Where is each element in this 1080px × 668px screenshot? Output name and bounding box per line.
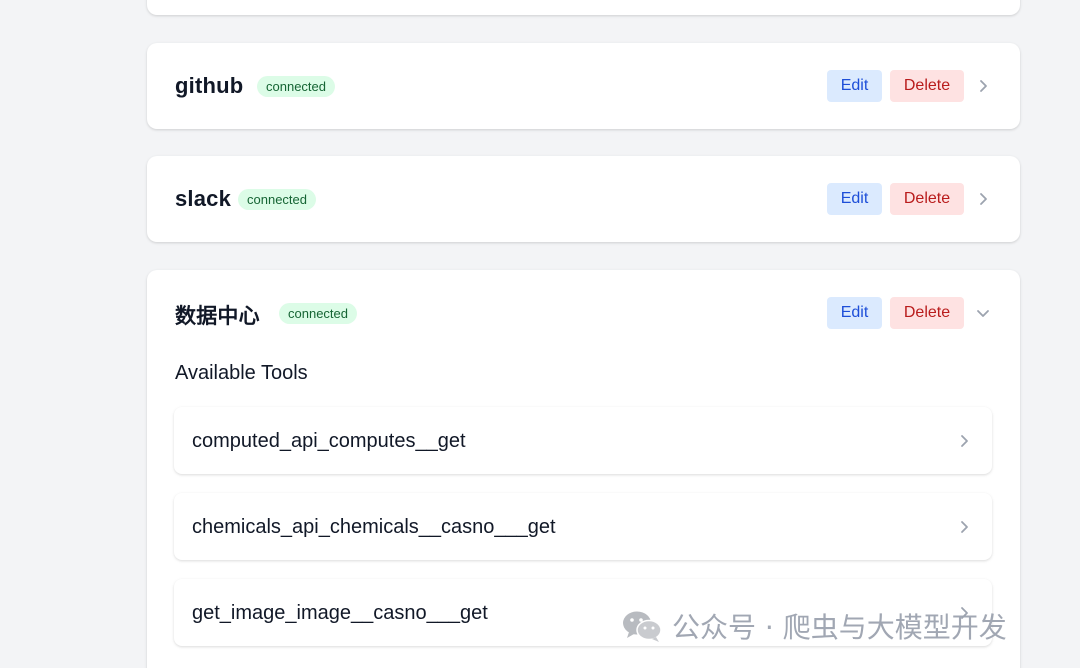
tool-name: get_image_image__casno___get [192,602,488,624]
chevron-right-icon [956,519,972,535]
status-badge: connected [279,303,357,324]
server-name: slack [175,186,232,211]
server-card-header[interactable]: 数据中心 connected Edit Delete [147,270,1020,356]
chevron-right-icon[interactable] [975,191,991,207]
chevron-down-icon[interactable] [975,305,991,321]
chevron-right-icon [956,433,972,449]
server-name: 数据中心 [175,304,260,328]
wechat-icon [623,611,662,642]
edit-button[interactable]: Edit [827,183,882,215]
server-card-slack: slack connected Edit Delete [147,156,1020,242]
server-name: github [175,73,244,98]
edit-button[interactable]: Edit [827,297,882,329]
server-card-header[interactable]: slack connected Edit Delete [147,156,1020,242]
server-card-partial [147,0,1020,15]
tool-name: computed_api_computes__get [192,430,466,452]
server-card-github: github connected Edit Delete [147,43,1020,129]
delete-button[interactable]: Delete [890,183,964,215]
status-badge: connected [238,189,316,210]
server-card-header[interactable]: github connected Edit Delete [147,43,1020,129]
tool-name: chemicals_api_chemicals__casno___get [192,516,556,538]
delete-button[interactable]: Delete [890,70,964,102]
edit-button[interactable]: Edit [827,70,882,102]
mcp-servers-page: github connected Edit Delete slack conne… [0,0,1080,668]
available-tools-heading: Available Tools [175,362,308,384]
delete-button[interactable]: Delete [890,297,964,329]
tool-item[interactable]: computed_api_computes__get [174,407,992,474]
watermark: 公众号 · 爬虫与大模型开发 [620,606,1007,646]
chevron-right-icon[interactable] [975,78,991,94]
tool-item[interactable]: chemicals_api_chemicals__casno___get [174,493,992,560]
watermark-text: 公众号 · 爬虫与大模型开发 [672,611,1007,644]
status-badge: connected [257,76,335,97]
